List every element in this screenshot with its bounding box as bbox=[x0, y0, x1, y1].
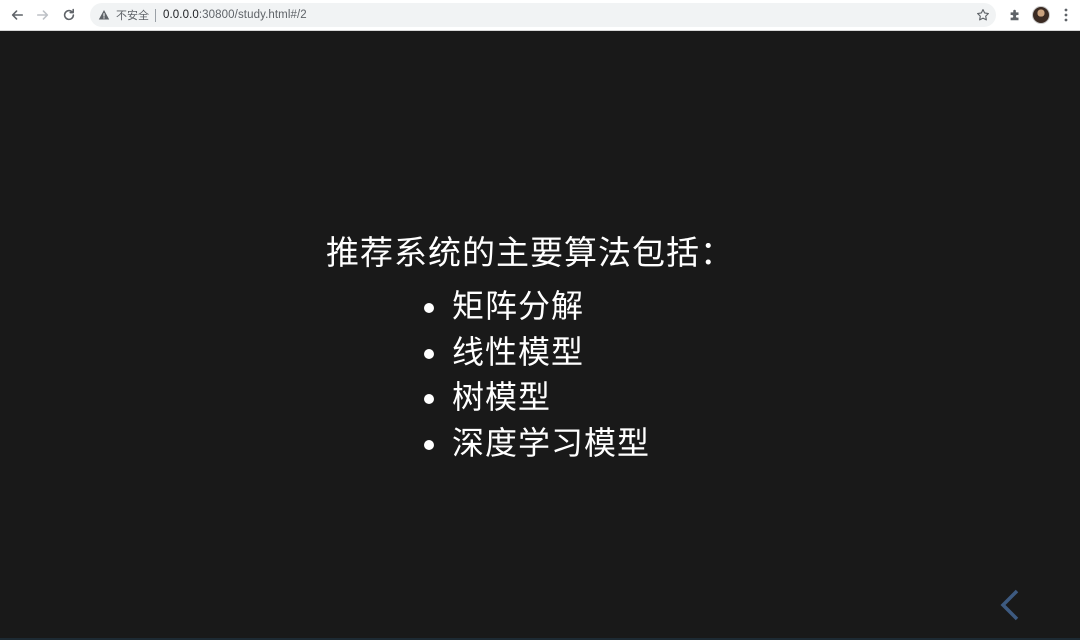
star-icon[interactable] bbox=[976, 8, 990, 22]
reload-icon bbox=[63, 8, 75, 21]
bullet-list: 矩阵分解 线性模型 树模型 深度学习模型 bbox=[423, 284, 650, 467]
list-item: 树模型 bbox=[423, 375, 650, 421]
extensions-button[interactable] bbox=[1004, 4, 1026, 26]
toolbar-actions bbox=[1004, 4, 1074, 26]
arrow-right-icon bbox=[36, 10, 49, 20]
navigation-buttons bbox=[4, 2, 82, 28]
browser-toolbar: 不安全 0.0.0.0:30800/study.html#/2 bbox=[0, 0, 1080, 31]
more-vertical-icon bbox=[1064, 8, 1068, 22]
address-bar[interactable]: 不安全 0.0.0.0:30800/study.html#/2 bbox=[90, 3, 996, 27]
security-label[interactable]: 不安全 bbox=[116, 7, 149, 23]
slide-title: 推荐系统的主要算法包括： bbox=[326, 233, 734, 272]
browser-menu-button[interactable] bbox=[1058, 4, 1074, 26]
reload-button[interactable] bbox=[56, 2, 82, 28]
arrow-left-icon bbox=[11, 10, 24, 20]
address-divider bbox=[155, 8, 156, 22]
list-item: 矩阵分解 bbox=[423, 284, 650, 330]
url-path: :30800/study.html#/2 bbox=[198, 9, 307, 21]
url-text[interactable]: 0.0.0.0:30800/study.html#/2 bbox=[163, 9, 307, 21]
puzzle-icon bbox=[1010, 9, 1019, 21]
forward-button[interactable] bbox=[30, 2, 56, 28]
url-host: 0.0.0.0 bbox=[163, 9, 199, 21]
profile-avatar[interactable] bbox=[1032, 6, 1050, 24]
presentation-slide: 推荐系统的主要算法包括： 矩阵分解 线性模型 树模型 深度学习模型 bbox=[0, 32, 1080, 638]
list-item: 深度学习模型 bbox=[423, 421, 650, 467]
back-button[interactable] bbox=[4, 2, 30, 28]
warning-icon[interactable] bbox=[98, 9, 110, 21]
list-item: 线性模型 bbox=[423, 330, 650, 376]
chevron-left-icon[interactable] bbox=[998, 588, 1022, 622]
